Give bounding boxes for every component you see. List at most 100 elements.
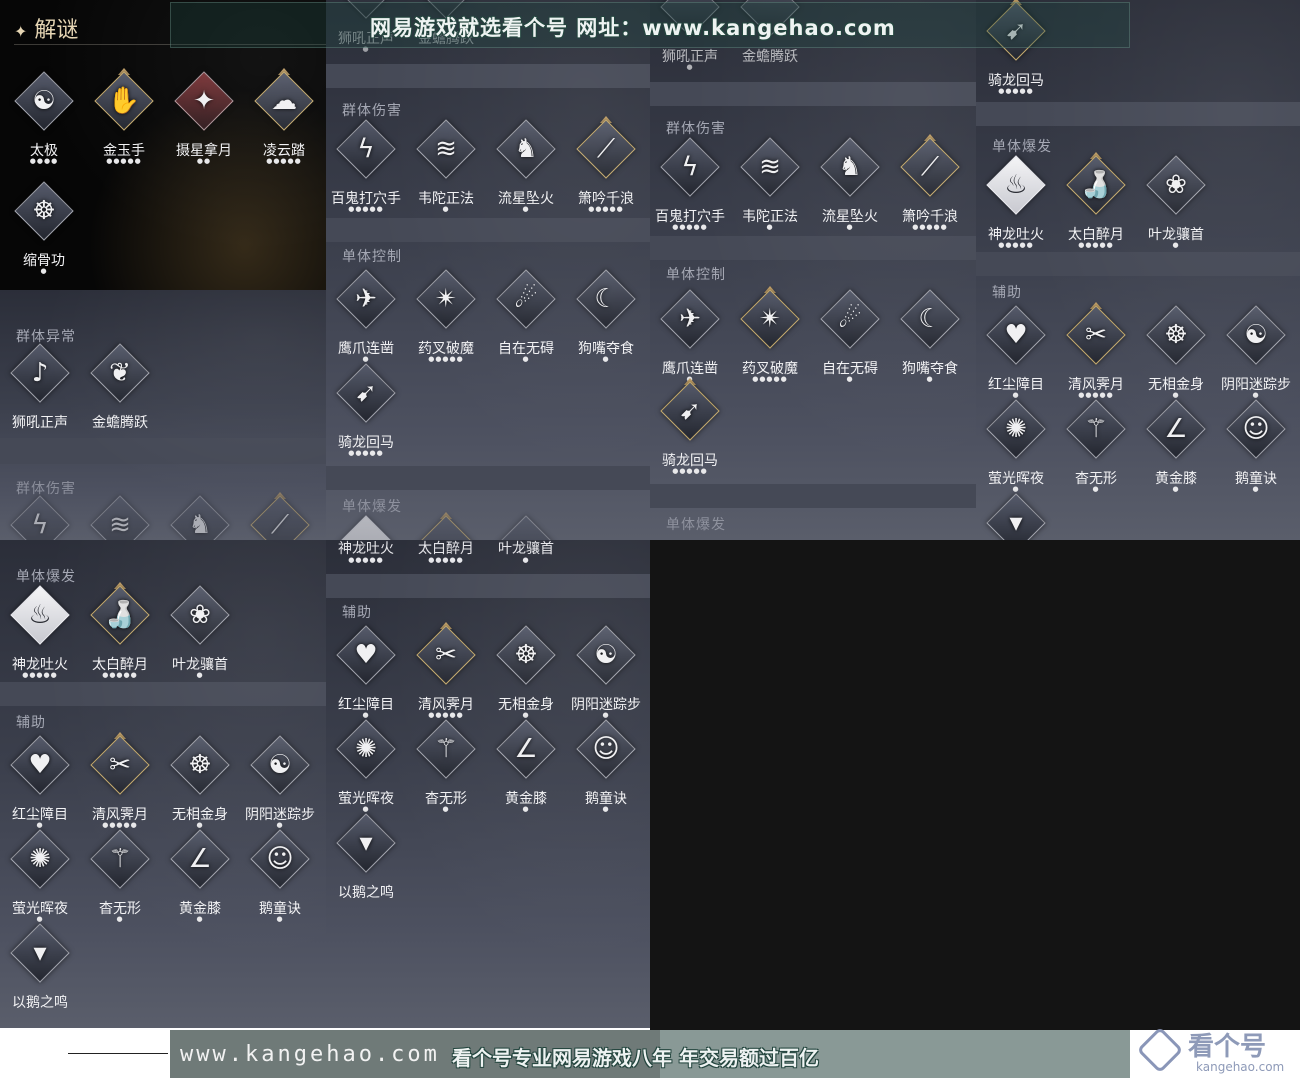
skill-level-shenlong-cut: ●●●●● — [348, 556, 384, 564]
skill-level: ● — [362, 355, 370, 363]
skill-huangjin[interactable]: ∠ 黄金膝 ● — [486, 719, 566, 814]
separator-bar — [326, 574, 650, 598]
skill-zizai[interactable]: ☄ 自在无碍 ● — [810, 289, 890, 384]
toad-icon: ❦ — [109, 358, 131, 388]
skill-shenlong-cut[interactable] — [326, 515, 406, 540]
skill-suogugong[interactable]: ☸ 缩骨功 ● — [4, 181, 84, 276]
skill-jinchan[interactable]: ❦ 金蟾腾跃 — [80, 343, 160, 438]
flute-icon: ⟋ — [596, 134, 616, 164]
skill-yingguang[interactable]: ✺ 萤光晖夜 ● — [976, 399, 1056, 494]
skill-lingyunta[interactable]: ☁ 凌云踏 ●●●●● — [244, 68, 324, 166]
separator-bar — [326, 218, 650, 242]
skill-yelong-cut[interactable] — [486, 515, 566, 540]
section-aoe-status-title: 群体异常 — [16, 329, 76, 345]
skill-hongchen[interactable]: ♥ 红尘障目 ● — [0, 735, 80, 830]
skill-level: ● — [602, 805, 610, 813]
skill-shenlong[interactable]: ♨ 神龙吐火 ●●●●● — [976, 155, 1056, 250]
skill-qilong[interactable]: ➹ 骑龙回马 ●●●●● — [326, 363, 406, 458]
skill-level: ●●●●● — [1078, 241, 1114, 249]
wine-icon: 🍶 — [103, 600, 137, 630]
skill-yaocha[interactable]: ✴ 药叉破魔 ●●●●● — [730, 286, 810, 384]
skill-yingzhua[interactable]: ✈ 鹰爪连凿 ● — [326, 269, 406, 364]
skill-yingzhua[interactable]: ✈ 鹰爪连凿 ● — [650, 289, 730, 384]
firefly-icon: ✺ — [1005, 414, 1027, 444]
skill-label: 金蟾腾跃 — [742, 49, 798, 65]
wind-icon: ✂ — [109, 750, 131, 780]
skill-etong[interactable]: ☺ 鹅童诀 ● — [566, 719, 646, 814]
skill-level-yelong-cut: ● — [522, 556, 530, 564]
skill-etong[interactable]: ☺ 鹅童诀 ● — [240, 829, 320, 924]
skill-ezhiming[interactable]: ▾ 以鹅之鸣 — [326, 813, 406, 908]
skill-baigui[interactable]: ϟ 百鬼打穴手 ●●●●● — [326, 119, 406, 214]
skill-taiji[interactable]: ☯ 太极 ●●●● — [4, 71, 84, 166]
skill-weituo[interactable]: ≋ 韦陀正法 ● — [406, 119, 486, 214]
yinyang-icon: ☯ — [1244, 320, 1268, 350]
skill-level: ● — [362, 711, 370, 719]
skill-qingfeng[interactable]: ✂ 清风霁月 ●●●●● — [80, 732, 160, 830]
skill-qingfeng[interactable]: ✂ 清风霁月 ●●●●● — [1056, 302, 1136, 400]
skill-shexingnayue[interactable]: ✦ 摄星拿月 ●● — [164, 71, 244, 166]
skill-taibai-cut[interactable] — [406, 512, 486, 540]
skill-xingwu[interactable]: ⚚ 杳无形 ● — [80, 829, 160, 924]
wave-icon: ≋ — [435, 134, 457, 164]
skill-level: ●●●●● — [266, 157, 302, 165]
skill-level: ● — [766, 223, 774, 231]
skill-taibai[interactable]: 🍶 太白醉月 ●●●●● — [1056, 152, 1136, 250]
skill-huangjin[interactable]: ∠ 黄金膝 ● — [1136, 399, 1216, 494]
skill-level: ●●●●● — [22, 671, 58, 679]
skill-level: ●●●●● — [428, 711, 464, 719]
skill-qilong[interactable]: ➹ 骑龙回马 ●●●●● — [650, 378, 730, 476]
skill-yinyang[interactable]: ☯ 阴阳迷踪步 ● — [240, 735, 320, 830]
skill-yinyang[interactable]: ☯ 阴阳迷踪步 ● — [1216, 305, 1296, 400]
skill-level: ●●●●● — [348, 449, 384, 457]
skill-wuxiang[interactable]: ☸ 无相金身 ● — [486, 625, 566, 720]
knee-icon: ∠ — [1164, 414, 1188, 444]
skill-yinyang[interactable]: ☯ 阴阳迷踪步 ● — [566, 625, 646, 720]
skill-goushi[interactable]: ☾ 狗嘴夺食 ● — [890, 289, 970, 384]
skill-baigui[interactable]: ϟ 百鬼打穴手 ●●●●● — [650, 137, 730, 232]
skill-shihou[interactable]: ♪ 狮吼正声 — [0, 343, 80, 438]
separator-bar — [976, 102, 1300, 126]
skill-yingguang[interactable]: ✺ 萤光晖夜 ● — [0, 829, 80, 924]
moon-icon: ✦ — [193, 86, 215, 116]
claw-icon: ✈ — [355, 284, 377, 314]
skill-weituo[interactable]: ≋ 韦陀正法 ● — [730, 137, 810, 232]
skill-level: ● — [40, 267, 48, 275]
skill-huangjin[interactable]: ∠ 黄金膝 ● — [160, 829, 240, 924]
skill-level: ● — [36, 915, 44, 923]
skill-jinyushou[interactable]: ✋ 金玉手 ●●●●● — [84, 68, 164, 166]
skill-qingfeng[interactable]: ✂ 清风霁月 ●●●●● — [406, 622, 486, 720]
skill-weituo[interactable]: ≋ — [80, 495, 160, 540]
skill-liuxing[interactable]: ♞ 流星坠火 ● — [486, 119, 566, 214]
skill-wuxiang[interactable]: ☸ 无相金身 ● — [160, 735, 240, 830]
section-single-burst-title: 单体爆发 — [992, 139, 1052, 155]
skill-etong[interactable]: ☺ 鹅童诀 ● — [1216, 399, 1296, 494]
crescent-icon: ☾ — [918, 304, 942, 334]
skill-hongchen[interactable]: ♥ 红尘障目 ● — [976, 305, 1056, 400]
skill-baigui[interactable]: ϟ — [0, 495, 80, 540]
skill-xingwu[interactable]: ⚚ 杳无形 ● — [1056, 399, 1136, 494]
skill-zizai[interactable]: ☄ 自在无碍 ● — [486, 269, 566, 364]
skill-xiaoyin[interactable]: ⟋ 箫吟千浪 ●●●●● — [890, 134, 970, 232]
skill-xiaoyin[interactable]: ⟋ 箫吟千浪 ●●●●● — [566, 116, 646, 214]
skill-hongchen[interactable]: ♥ 红尘障目 ● — [326, 625, 406, 720]
skill-xiaoyin[interactable]: ⟋ — [240, 492, 320, 540]
skill-ezhiming-cut[interactable]: ▾ — [976, 493, 1056, 540]
skill-goushi[interactable]: ☾ 狗嘴夺食 ● — [566, 269, 646, 364]
skill-liuxing[interactable]: ♞ — [160, 495, 240, 540]
skill-liuxing[interactable]: ♞ 流星坠火 ● — [810, 137, 890, 232]
skill-taibai[interactable]: 🍶 太白醉月 ●●●●● — [80, 582, 160, 680]
skill-yelong[interactable]: ❀ 叶龙骧首 ● — [1136, 155, 1216, 250]
skill-yaocha[interactable]: ✴ 药叉破魔 ●●●●● — [406, 269, 486, 364]
skill-xingwu[interactable]: ⚚ 杳无形 ● — [406, 719, 486, 814]
logo-text: 看个号 — [1188, 1032, 1267, 1062]
skill-ezhiming[interactable]: ▾ 以鹅之鸣 — [0, 923, 80, 1018]
section-single-burst-title: 单体爆发 — [16, 569, 76, 585]
skill-yingguang[interactable]: ✺ 萤光晖夜 ● — [326, 719, 406, 814]
section-single-burst-title: 单体爆发 — [666, 517, 726, 533]
goose-icon: ▾ — [359, 828, 373, 858]
skill-yelong[interactable]: ❀ 叶龙骧首 ● — [160, 585, 240, 680]
skill-shenlong[interactable]: ♨ 神龙吐火 ●●●●● — [0, 585, 80, 680]
skill-wuxiang[interactable]: ☸ 无相金身 ● — [1136, 305, 1216, 400]
skill-level: ● — [196, 915, 204, 923]
